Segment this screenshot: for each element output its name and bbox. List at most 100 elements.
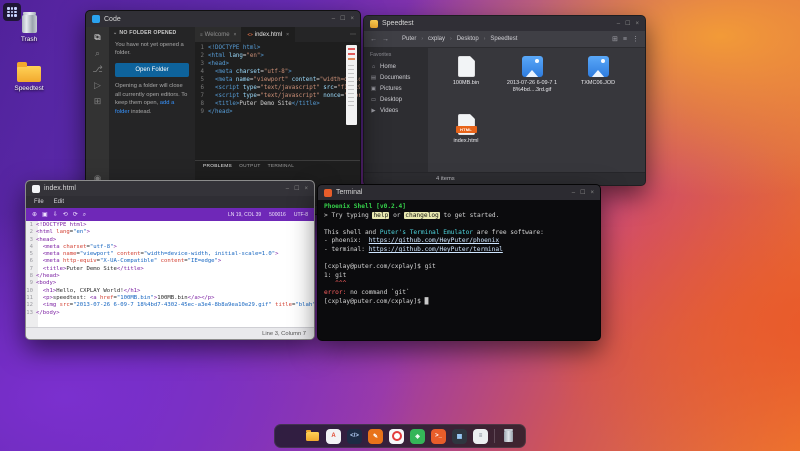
desktop-icon-speedtest[interactable]: Speedtest <box>5 61 53 92</box>
file-item[interactable]: 100MB.bin <box>434 56 498 112</box>
sidebar-item-pictures[interactable]: ▣Pictures <box>364 83 428 94</box>
file-item[interactable]: HTMLindex.html <box>434 114 498 170</box>
file-name: 2013-07-26 6-09-7 18%4bd....3rd.gif <box>503 80 561 94</box>
maximize-button[interactable]: ☐ <box>625 21 630 27</box>
dock-item-terminal[interactable]: >_ <box>431 429 446 444</box>
html-badge: HTML <box>456 126 477 133</box>
forward-icon[interactable]: → <box>382 36 389 43</box>
taskbar: A </> ✎ ◈ >_ ▦ ≡ <box>274 424 526 448</box>
redo-icon[interactable]: ⟳ <box>73 212 78 218</box>
undo-icon[interactable]: ⟲ <box>63 212 68 218</box>
file-item[interactable]: 2013-07-26 6-09-7 18%4bd....3rd.gif <box>500 56 564 112</box>
close-button[interactable]: × <box>350 16 354 22</box>
dock-item-trash[interactable] <box>501 429 516 444</box>
file-name: TXMC06.JOD <box>581 80 615 87</box>
token: "100MB.bin" <box>117 295 154 301</box>
close-icon[interactable]: × <box>286 32 289 38</box>
sidebar-item-documents[interactable]: ▤Documents <box>364 72 428 83</box>
file-item[interactable]: TXMC06.JOD <box>566 56 630 112</box>
more-actions-icon[interactable]: ⋯ <box>350 27 360 42</box>
breadcrumb-item[interactable]: Speedtest <box>489 36 518 42</box>
start-button[interactable] <box>3 3 21 21</box>
token: 100MB.bin <box>157 295 187 301</box>
panel-tab-terminal[interactable]: TERMINAL <box>268 164 295 169</box>
hint-message: Opening a folder will close all currentl… <box>115 82 189 116</box>
dock-item-draw[interactable]: ✎ <box>368 429 383 444</box>
extensions-icon[interactable]: ⊞ <box>94 97 102 106</box>
breadcrumb-item[interactable]: Desktop <box>456 36 480 42</box>
dock-item-files[interactable] <box>305 429 320 444</box>
minimize-button[interactable]: – <box>286 186 289 192</box>
sort-icon[interactable]: ≡ <box>623 36 627 43</box>
dock-item-calculator[interactable]: ▦ <box>452 429 467 444</box>
window-title: Code <box>104 16 121 23</box>
code-area[interactable]: 1<!DOCTYPE html>2<html lang="en">3<head>… <box>26 221 314 327</box>
close-button[interactable]: × <box>635 21 639 27</box>
back-icon[interactable]: ← <box>370 36 377 43</box>
dock-item-code[interactable]: </> <box>347 429 362 444</box>
more-options-icon[interactable]: ⋮ <box>632 36 639 43</box>
line-number: 1 <box>26 222 36 229</box>
save-icon[interactable]: ⇩ <box>53 212 58 218</box>
maximize-button[interactable]: ☐ <box>294 186 299 192</box>
terminal-output[interactable]: Phoenix Shell [v0.2.4]> Try typing help … <box>318 200 600 340</box>
close-button[interactable]: × <box>304 186 308 192</box>
dock-item-app-center[interactable]: A <box>326 429 341 444</box>
files-icon[interactable]: ⧉ <box>94 33 100 42</box>
editor-titlebar[interactable]: index.html –☐× <box>26 181 314 196</box>
new-file-icon[interactable]: ⊕ <box>32 212 37 218</box>
search-icon[interactable]: ⌕ <box>95 49 100 58</box>
token: </head> <box>208 109 232 115</box>
dock-item-dev[interactable]: ◈ <box>410 429 425 444</box>
menu-file[interactable]: File <box>30 199 48 205</box>
tab-welcome[interactable]: ≡Welcome× <box>195 27 242 42</box>
dock-item-launcher[interactable] <box>284 429 299 444</box>
code-line: 4 <meta charset="utf-8"> <box>26 244 314 251</box>
minimize-button[interactable]: – <box>572 190 575 196</box>
open-folder-button[interactable]: Open Folder <box>115 63 189 78</box>
token: "IE=edge" <box>188 258 218 264</box>
open-file-icon[interactable]: ▣ <box>42 212 48 218</box>
close-button[interactable]: × <box>590 190 594 196</box>
tab-index-html[interactable]: <>index.html× <box>242 27 295 42</box>
view-grid-icon[interactable]: ⊞ <box>612 36 618 43</box>
dock-item-target[interactable] <box>389 429 404 444</box>
minimize-button[interactable]: – <box>617 21 620 27</box>
minimap[interactable] <box>346 45 357 125</box>
breadcrumb-item[interactable]: cxplay <box>427 36 446 42</box>
sidebar-item-videos[interactable]: ▶Videos <box>364 105 428 116</box>
search-icon[interactable]: ⌕ <box>83 212 86 218</box>
breadcrumb-item[interactable]: Puter <box>401 36 417 42</box>
code-line: 9<body> <box>26 280 314 287</box>
token: type <box>243 93 257 99</box>
folder-icon <box>370 20 378 28</box>
sidebar-item-desktop[interactable]: ▭Desktop <box>364 94 428 105</box>
menu-edit[interactable]: Edit <box>50 199 68 205</box>
terminal-titlebar[interactable]: Terminal –☐× <box>318 185 600 200</box>
code-line: 7 <script type="text/javascript" nonce="… <box>195 92 360 100</box>
vscode-titlebar[interactable]: Code –☐ × <box>86 11 360 27</box>
editor-toolbar: ⊕▣⇩⟲⟳⌕ LN 19, COL 39500016UTF-8 <box>26 208 314 221</box>
maximize-button[interactable]: ☐ <box>340 16 345 22</box>
sidebar-item-home[interactable]: ⌂Home <box>364 61 428 72</box>
token: name <box>63 251 76 257</box>
source-control-icon[interactable]: ⎇ <box>92 65 102 74</box>
code-line: 2<html lang="en"> <box>195 52 360 60</box>
close-icon[interactable]: × <box>234 32 237 38</box>
filemanager-titlebar[interactable]: Speedtest –☐× <box>364 16 645 31</box>
dock-item-notes[interactable]: ≡ <box>473 429 488 444</box>
minimize-button[interactable]: – <box>332 16 335 22</box>
maximize-button[interactable]: ☐ <box>580 190 585 196</box>
panel-tab-output[interactable]: OUTPUT <box>239 164 261 169</box>
chevron-down-icon: ⌄ <box>113 31 117 36</box>
line-number: 6 <box>26 258 36 265</box>
token: <!DOCTYPE html> <box>36 222 87 228</box>
file-stat: UTF-8 <box>294 212 308 218</box>
explorer-section-header[interactable]: ⌄ NO FOLDER OPENED <box>109 27 195 39</box>
line-number: 8 <box>26 273 36 280</box>
run-debug-icon[interactable]: ▷ <box>94 81 101 90</box>
panel-tab-problems[interactable]: PROBLEMS <box>203 164 232 169</box>
code-editor[interactable]: 1<!DOCTYPE html>2<html lang="en">3<head>… <box>195 42 360 160</box>
token <box>324 220 328 227</box>
line-number: 3 <box>26 237 36 244</box>
